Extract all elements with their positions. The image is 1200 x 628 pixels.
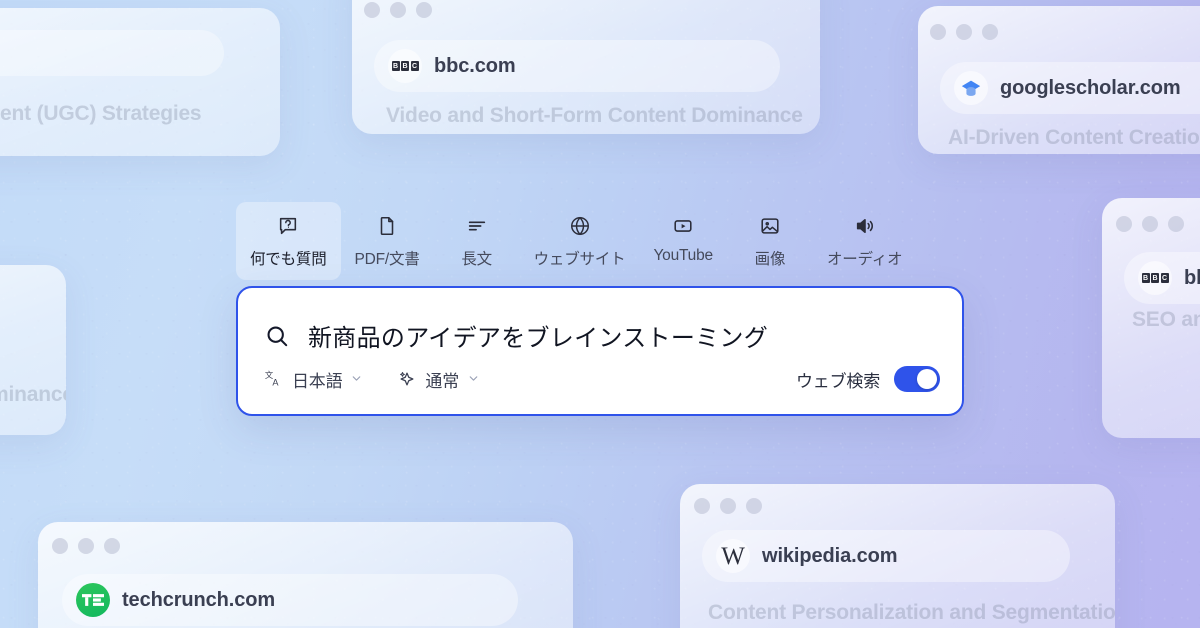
search-panel: 新商品のアイデアをブレインストーミング 文 A 日本語 通常 ウェブ検索 — [236, 286, 964, 416]
translate-icon: 文 A — [264, 369, 284, 389]
bbc-letter: B — [391, 61, 400, 71]
tab-label: PDF/文書 — [354, 251, 420, 268]
window-dot-red — [364, 2, 380, 18]
card-url: wikipedia.com — [762, 544, 898, 567]
tab-label: 何でも質問 — [250, 251, 327, 268]
window-dots — [364, 2, 432, 18]
card-title: Video and Short-Form Content Dominance — [386, 104, 803, 127]
background-card-wikipedia: W wikipedia.com Content Personalization … — [680, 484, 1115, 628]
bbc-letter: B — [1141, 273, 1150, 283]
web-search-toggle[interactable] — [894, 366, 940, 392]
search-icon — [264, 323, 290, 349]
background-card-scholar: googlescholar.com AI-Driven Content Crea… — [918, 6, 1200, 154]
search-query-row[interactable]: 新商品のアイデアをブレインストーミング — [238, 288, 962, 353]
window-dot-green — [416, 2, 432, 18]
wikipedia-icon: W — [716, 539, 750, 573]
bbc-letter: C — [410, 61, 419, 71]
window-dot-red — [1116, 216, 1132, 232]
window-dots — [1116, 216, 1184, 232]
chevron-down-icon — [350, 372, 363, 387]
url-bar: B B C bbc.c — [1124, 252, 1200, 304]
card-title: minance — [0, 383, 66, 406]
window-dot-yellow — [78, 538, 94, 554]
tab-pdf-document[interactable]: PDF/文書 — [341, 202, 434, 280]
youtube-icon — [672, 214, 694, 238]
mode-tab-strip: 何でも質問 PDF/文書 長文 ウェブサイト YouTube 画像 オーディオ — [236, 202, 916, 280]
window-dots — [930, 24, 998, 40]
url-bar: techcrunch.com — [62, 574, 518, 626]
card-title: AI-Driven Content Creation — [948, 126, 1200, 149]
tab-youtube[interactable]: YouTube — [639, 202, 727, 276]
window-dots — [694, 498, 762, 514]
card-title: Content Personalization and Segmentation — [708, 601, 1115, 624]
window-dot-yellow — [1142, 216, 1158, 232]
web-search-label: ウェブ検索 — [796, 371, 880, 391]
svg-text:A: A — [272, 378, 279, 388]
web-search-control[interactable]: ウェブ検索 — [796, 366, 940, 392]
window-dot-green — [746, 498, 762, 514]
language-value: 日本語 — [292, 371, 343, 391]
bbc-icon: B B C — [1138, 261, 1172, 295]
url-bar: B B C bbc.com — [374, 40, 780, 92]
language-selector[interactable]: 文 A 日本語 — [264, 367, 363, 392]
tab-label: 画像 — [754, 251, 786, 268]
bbc-letter: C — [1160, 273, 1169, 283]
tab-ask-anything[interactable]: 何でも質問 — [236, 202, 341, 280]
background-card-bbc-top: B B C bbc.com Video and Short-Form Conte… — [352, 0, 820, 134]
audio-icon — [854, 214, 876, 238]
tab-image[interactable]: 画像 — [727, 202, 813, 280]
bbc-icon: B B C — [388, 49, 422, 83]
url-bar: W wikipedia.com — [702, 530, 1070, 582]
card-url: googlescholar.com — [1000, 76, 1181, 99]
card-url: bbc.c — [1184, 266, 1200, 289]
bbc-letter: B — [1151, 273, 1159, 283]
bbc-letter: B — [401, 61, 409, 71]
url-bar: googlescholar.com — [940, 62, 1200, 114]
tab-audio[interactable]: オーディオ — [813, 202, 916, 280]
text-lines-icon — [466, 214, 488, 238]
search-input[interactable]: 新商品のアイデアをブレインストーミング — [308, 318, 768, 353]
window-dot-red — [930, 24, 946, 40]
google-scholar-icon — [954, 71, 988, 105]
tab-label: オーディオ — [826, 251, 903, 268]
mode-selector[interactable]: 通常 — [397, 367, 480, 392]
window-dot-red — [694, 498, 710, 514]
search-controls-row: 文 A 日本語 通常 ウェブ検索 — [238, 366, 962, 414]
card-title: SEO and — [1132, 308, 1200, 331]
image-icon — [759, 214, 781, 238]
window-dot-red — [52, 538, 68, 554]
window-dot-yellow — [720, 498, 736, 514]
techcrunch-icon — [76, 583, 110, 617]
chevron-down-icon — [467, 372, 480, 387]
card-url: techcrunch.com — [122, 588, 276, 611]
sparkle-icon — [397, 369, 417, 389]
mode-value: 通常 — [425, 371, 460, 391]
document-icon — [376, 214, 398, 238]
window-dots — [52, 538, 120, 554]
tab-label: 長文 — [461, 251, 492, 268]
tab-label: YouTube — [653, 247, 713, 264]
window-dot-yellow — [390, 2, 406, 18]
toggle-knob — [917, 369, 937, 389]
tab-long-text[interactable]: 長文 — [434, 202, 520, 280]
window-dot-green — [104, 538, 120, 554]
background-card-techcrunch: techcrunch.com — [38, 522, 573, 628]
url-bar-placeholder — [0, 30, 224, 76]
chat-question-icon — [277, 214, 299, 238]
window-dot-green — [1168, 216, 1184, 232]
background-card-ugc: ontent (UGC) Strategies — [0, 8, 280, 156]
background-card-dominance: minance — [0, 265, 66, 435]
globe-icon — [569, 214, 591, 238]
background-card-bbc-right: B B C bbc.c SEO and — [1102, 198, 1200, 438]
tab-label: ウェブサイト — [533, 251, 626, 268]
window-dot-green — [982, 24, 998, 40]
card-title: ontent (UGC) Strategies — [0, 102, 202, 125]
window-dot-yellow — [956, 24, 972, 40]
card-url: bbc.com — [434, 54, 516, 77]
tab-website[interactable]: ウェブサイト — [520, 202, 640, 280]
